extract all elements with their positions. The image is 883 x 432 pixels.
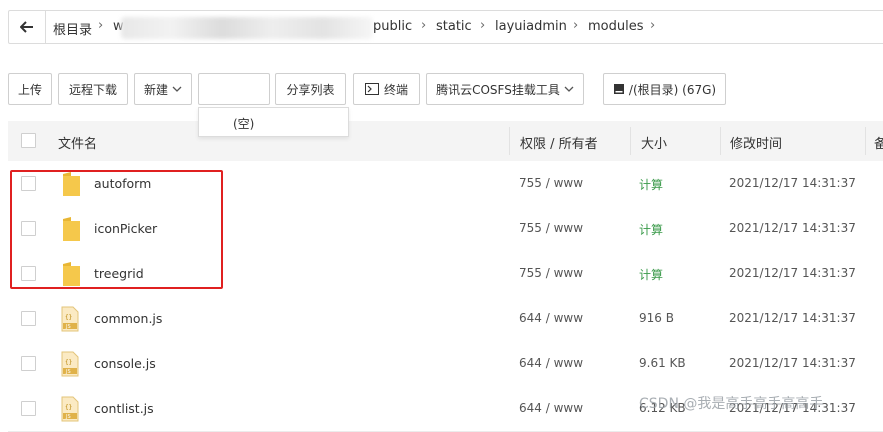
column-divider bbox=[509, 127, 510, 155]
js-file-icon: {} JS bbox=[61, 306, 79, 332]
header-size[interactable]: 大小 bbox=[641, 133, 667, 152]
terminal-icon bbox=[364, 83, 379, 95]
column-divider bbox=[630, 127, 631, 155]
empty-select[interactable] bbox=[198, 73, 270, 105]
chevron-right-icon: › bbox=[480, 18, 486, 33]
column-divider bbox=[720, 127, 721, 155]
row-checkbox[interactable] bbox=[21, 401, 36, 416]
arrow-left-icon bbox=[20, 21, 33, 33]
file-size: 916 B bbox=[639, 311, 674, 325]
row-checkbox[interactable] bbox=[21, 356, 36, 371]
file-mtime: 2021/12/17 14:31:37 bbox=[729, 311, 856, 325]
breadcrumb-public[interactable]: public bbox=[373, 19, 412, 34]
file-mtime: 2021/12/17 14:31:37 bbox=[729, 221, 856, 235]
terminal-button[interactable]: 终端 bbox=[353, 73, 420, 105]
svg-text:{}: {} bbox=[65, 359, 72, 366]
table-row[interactable]: {} JS common.js 644 / www 916 B 2021/12/… bbox=[8, 296, 883, 342]
file-perm[interactable]: 644 / www bbox=[519, 356, 583, 370]
header-extra[interactable]: 备 bbox=[874, 133, 883, 152]
share-list-label: 分享列表 bbox=[286, 82, 335, 97]
row-checkbox[interactable] bbox=[21, 311, 36, 326]
svg-text:{}: {} bbox=[65, 314, 72, 321]
svg-text:{}: {} bbox=[65, 404, 72, 411]
breadcrumb-root[interactable]: 根目录 bbox=[53, 19, 92, 38]
file-perm[interactable]: 755 / www bbox=[519, 221, 583, 235]
watermark: CSDN @我是高手高手高高手 bbox=[639, 396, 824, 412]
cosfs-mount-button[interactable]: 腾讯云COSFS挂载工具 bbox=[426, 73, 584, 105]
redacted-path bbox=[121, 17, 373, 39]
chevron-right-icon: › bbox=[573, 18, 579, 33]
file-name[interactable]: contlist.js bbox=[94, 401, 154, 416]
file-mtime: 2021/12/17 14:31:37 bbox=[729, 176, 856, 190]
svg-text:JS: JS bbox=[65, 369, 71, 375]
terminal-label: 终端 bbox=[383, 82, 408, 97]
remote-download-label: 远程下载 bbox=[68, 82, 117, 97]
js-file-icon: {} JS bbox=[61, 351, 79, 377]
back-button[interactable] bbox=[9, 11, 46, 43]
remote-download-button[interactable]: 远程下载 bbox=[58, 73, 128, 105]
upload-label: 上传 bbox=[17, 82, 42, 97]
chevron-down-icon bbox=[564, 86, 574, 92]
column-divider bbox=[865, 127, 866, 155]
new-button[interactable]: 新建 bbox=[134, 73, 192, 105]
calc-size-link[interactable]: 计算 bbox=[639, 221, 663, 238]
breadcrumb-modules[interactable]: modules bbox=[588, 19, 644, 34]
disk-label: /(根目录) (67G) bbox=[628, 82, 717, 97]
file-perm[interactable]: 644 / www bbox=[519, 401, 583, 415]
header-perm[interactable]: 权限 / 所有者 bbox=[520, 133, 598, 152]
select-all-checkbox[interactable] bbox=[21, 133, 36, 148]
file-mtime: 2021/12/17 14:31:37 bbox=[729, 266, 856, 280]
breadcrumb: 根目录 › w public › static › layuiadmin › m… bbox=[8, 10, 883, 44]
header-mtime[interactable]: 修改时间 bbox=[730, 133, 782, 152]
disk-button[interactable]: /(根目录) (67G) bbox=[603, 73, 726, 105]
chevron-right-icon: › bbox=[421, 18, 427, 33]
file-perm[interactable]: 755 / www bbox=[519, 266, 583, 280]
file-name[interactable]: common.js bbox=[94, 311, 162, 326]
js-file-icon: {} JS bbox=[61, 396, 79, 422]
svg-text:JS: JS bbox=[65, 414, 71, 420]
file-size: 9.61 KB bbox=[639, 356, 686, 370]
new-label: 新建 bbox=[143, 82, 168, 97]
chevron-right-icon: › bbox=[98, 18, 104, 33]
cosfs-label: 腾讯云COSFS挂载工具 bbox=[436, 82, 560, 97]
annotation-highlight-box bbox=[10, 170, 223, 289]
dropdown-empty-option[interactable]: (空) bbox=[233, 115, 254, 132]
empty-dropdown-menu: (空) bbox=[198, 107, 349, 137]
file-name[interactable]: console.js bbox=[94, 356, 156, 371]
breadcrumb-layuiadmin[interactable]: layuiadmin bbox=[495, 19, 567, 34]
calc-size-link[interactable]: 计算 bbox=[639, 176, 663, 193]
share-list-button[interactable]: 分享列表 bbox=[275, 73, 346, 105]
table-row[interactable]: {} JS console.js 644 / www 9.61 KB 2021/… bbox=[8, 341, 883, 387]
calc-size-link[interactable]: 计算 bbox=[639, 266, 663, 283]
breadcrumb-static[interactable]: static bbox=[436, 19, 472, 34]
header-name[interactable]: 文件名 bbox=[58, 133, 97, 152]
svg-text:JS: JS bbox=[65, 324, 71, 330]
upload-button[interactable]: 上传 bbox=[8, 73, 52, 105]
chevron-right-icon: › bbox=[650, 18, 656, 33]
disk-icon bbox=[613, 84, 624, 94]
file-perm[interactable]: 644 / www bbox=[519, 311, 583, 325]
file-mtime: 2021/12/17 14:31:37 bbox=[729, 356, 856, 370]
table-header: 文件名 权限 / 所有者 大小 修改时间 备 bbox=[8, 121, 883, 162]
chevron-down-icon bbox=[172, 86, 182, 92]
file-perm[interactable]: 755 / www bbox=[519, 176, 583, 190]
